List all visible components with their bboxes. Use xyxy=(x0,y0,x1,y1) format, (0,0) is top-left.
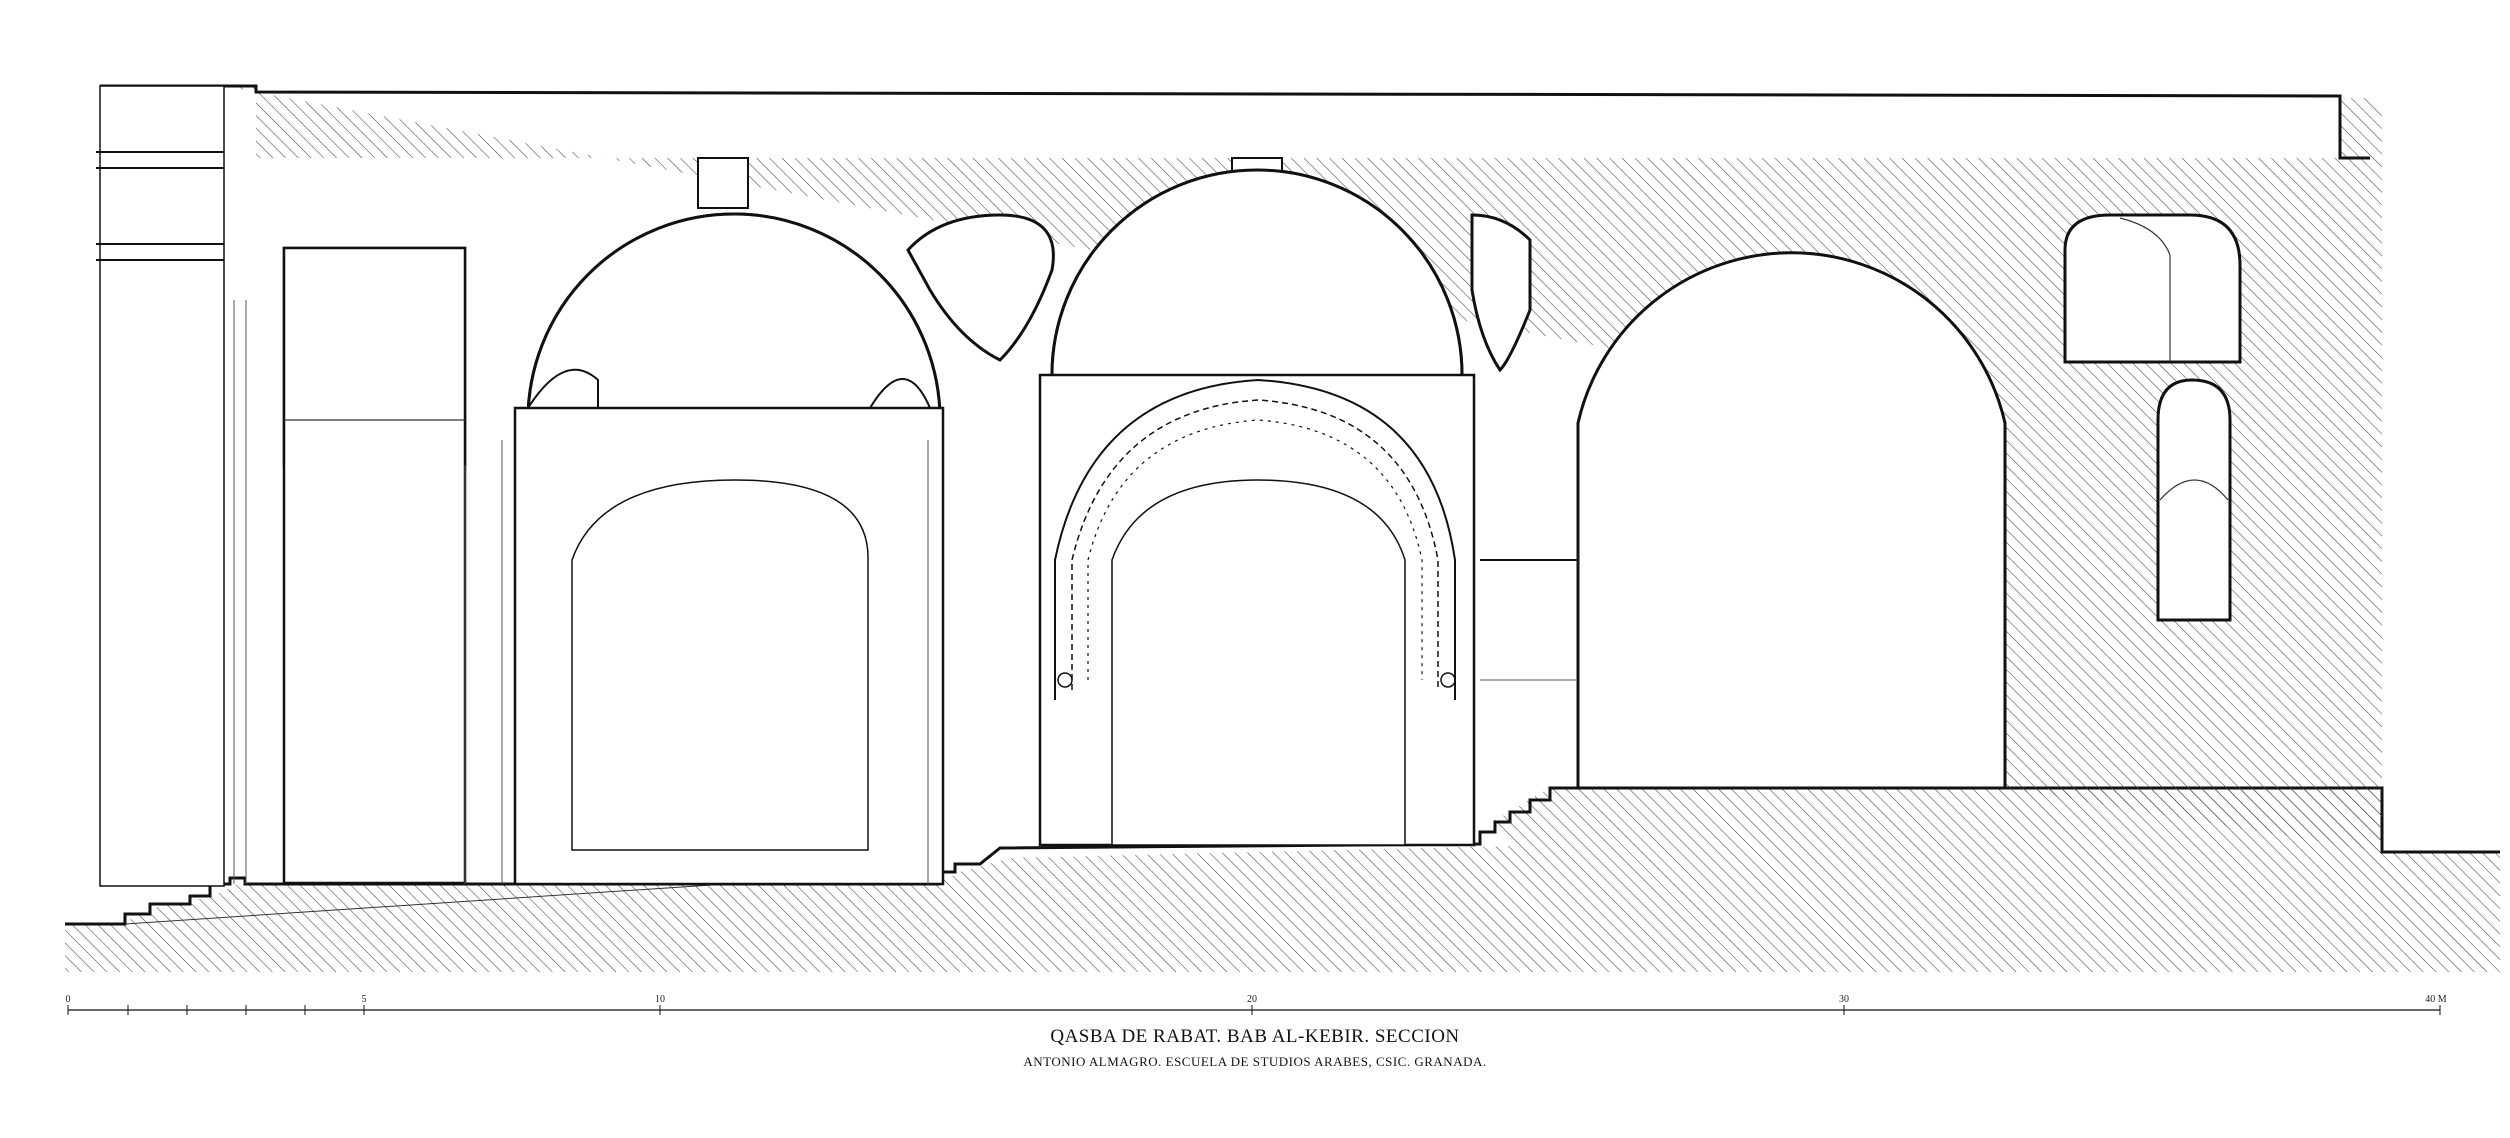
scale-label-10: 10 xyxy=(655,994,665,1005)
second-dome-bay xyxy=(1038,157,1476,847)
scale-label-40m: 40 M xyxy=(2425,994,2447,1005)
scale-label-5: 5 xyxy=(362,994,367,1005)
drawing-title: QASBA DE RABAT. BAB AL-KEBIR. SECCION xyxy=(1050,1026,1460,1047)
scale-label-20: 20 xyxy=(1247,994,1257,1005)
architectural-section-drawing: 0 5 10 20 30 40 M xyxy=(65,84,2500,1015)
scale-label-30: 30 xyxy=(1839,994,1849,1005)
first-dome-bay xyxy=(501,157,945,886)
scale-label-0: 0 xyxy=(66,994,71,1005)
right-vault xyxy=(1480,559,1578,681)
scale-bar: 0 5 10 20 30 40 M xyxy=(66,994,2447,1015)
left-passage xyxy=(233,246,467,885)
drawing-credit: ANTONIO ALMAGRO. ESCUELA DE STUDIOS ARAB… xyxy=(1023,1054,1487,1069)
